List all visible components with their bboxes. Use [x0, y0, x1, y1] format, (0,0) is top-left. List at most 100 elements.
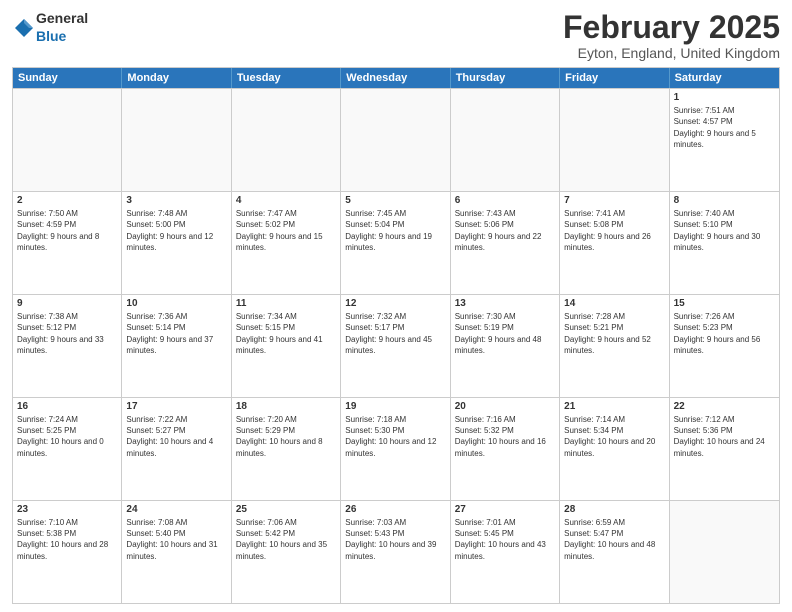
day-number-2-6: 15: [674, 298, 775, 309]
day-number-0-6: 1: [674, 92, 775, 103]
header-saturday: Saturday: [670, 68, 779, 88]
day-info-1-2: Sunrise: 7:47 AMSunset: 5:02 PMDaylight:…: [236, 208, 336, 253]
day-info-2-0: Sunrise: 7:38 AMSunset: 5:12 PMDaylight:…: [17, 311, 117, 356]
day-cell-4-0: 23Sunrise: 7:10 AMSunset: 5:38 PMDayligh…: [13, 501, 122, 603]
day-cell-4-3: 26 Sunrise: 7:03 AMSunset: 5:43 PMDayligh…: [341, 501, 450, 603]
day-number-1-4: 6: [455, 195, 555, 206]
header-friday: Friday: [560, 68, 669, 88]
day-cell-1-1: 3 Sunrise: 7:48 AMSunset: 5:00 PMDaylight…: [122, 192, 231, 294]
day-number-2-4: 13: [455, 298, 555, 309]
location-title: Eyton, England, United Kingdom: [563, 45, 780, 61]
day-cell-0-6: 1 Sunrise: 7:51 AMSunset: 4:57 PMDaylight…: [670, 89, 779, 191]
day-number-4-2: 25: [236, 504, 336, 515]
day-number-1-0: 2: [17, 195, 117, 206]
week-row-0: 1 Sunrise: 7:51 AMSunset: 4:57 PMDaylight…: [13, 88, 779, 191]
week-row-4: 23Sunrise: 7:10 AMSunset: 5:38 PMDayligh…: [13, 500, 779, 603]
day-info-3-2: Sunrise: 7:20 AMSunset: 5:29 PMDaylight:…: [236, 414, 336, 459]
logo: General Blue: [12, 10, 88, 46]
day-info-1-6: Sunrise: 7:40 AMSunset: 5:10 PMDaylight:…: [674, 208, 775, 253]
day-number-2-5: 14: [564, 298, 664, 309]
header-sunday: Sunday: [13, 68, 122, 88]
logo-blue: Blue: [36, 28, 66, 44]
day-cell-4-2: 25 Sunrise: 7:06 AMSunset: 5:42 PMDayligh…: [232, 501, 341, 603]
day-cell-0-4: [451, 89, 560, 191]
day-number-4-1: 24: [126, 504, 226, 515]
header-wednesday: Wednesday: [341, 68, 450, 88]
day-number-3-0: 16: [17, 401, 117, 412]
day-cell-3-5: 21 Sunrise: 7:14 AMSunset: 5:34 PMDayligh…: [560, 398, 669, 500]
day-cell-2-2: 11Sunrise: 7:34 AMSunset: 5:15 PMDayligh…: [232, 295, 341, 397]
day-info-2-2: Sunrise: 7:34 AMSunset: 5:15 PMDaylight:…: [236, 311, 336, 356]
day-cell-2-6: 15 Sunrise: 7:26 AMSunset: 5:23 PMDayligh…: [670, 295, 779, 397]
day-info-1-1: Sunrise: 7:48 AMSunset: 5:00 PMDaylight:…: [126, 208, 226, 253]
day-number-1-6: 8: [674, 195, 775, 206]
day-number-4-3: 26: [345, 504, 445, 515]
day-cell-1-4: 6 Sunrise: 7:43 AMSunset: 5:06 PMDaylight…: [451, 192, 560, 294]
day-info-3-3: Sunrise: 7:18 AMSunset: 5:30 PMDaylight:…: [345, 414, 445, 459]
header-monday: Monday: [122, 68, 231, 88]
calendar-body: 1 Sunrise: 7:51 AMSunset: 4:57 PMDaylight…: [13, 88, 779, 603]
day-number-3-3: 19: [345, 401, 445, 412]
day-number-3-4: 20: [455, 401, 555, 412]
day-number-1-5: 7: [564, 195, 664, 206]
day-number-1-3: 5: [345, 195, 445, 206]
day-cell-3-3: 19 Sunrise: 7:18 AMSunset: 5:30 PMDayligh…: [341, 398, 450, 500]
day-info-4-2: Sunrise: 7:06 AMSunset: 5:42 PMDaylight:…: [236, 517, 336, 562]
day-info-1-4: Sunrise: 7:43 AMSunset: 5:06 PMDaylight:…: [455, 208, 555, 253]
day-info-1-5: Sunrise: 7:41 AMSunset: 5:08 PMDaylight:…: [564, 208, 664, 253]
day-number-2-0: 9: [17, 298, 117, 309]
day-number-4-4: 27: [455, 504, 555, 515]
day-number-4-0: 23: [17, 504, 117, 515]
header-row: General Blue February 2025 Eyton, Englan…: [12, 10, 780, 61]
page: General Blue February 2025 Eyton, Englan…: [0, 0, 792, 612]
day-info-3-5: Sunrise: 7:14 AMSunset: 5:34 PMDaylight:…: [564, 414, 664, 459]
day-cell-0-0: [13, 89, 122, 191]
week-row-1: 2Sunrise: 7:50 AMSunset: 4:59 PMDaylight…: [13, 191, 779, 294]
calendar: Sunday Monday Tuesday Wednesday Thursday…: [12, 67, 780, 604]
day-cell-2-1: 10Sunrise: 7:36 AMSunset: 5:14 PMDayligh…: [122, 295, 231, 397]
day-number-3-6: 22: [674, 401, 775, 412]
day-number-3-1: 17: [126, 401, 226, 412]
day-cell-0-5: [560, 89, 669, 191]
header-tuesday: Tuesday: [232, 68, 341, 88]
day-cell-4-1: 24 Sunrise: 7:08 AMSunset: 5:40 PMDayligh…: [122, 501, 231, 603]
logo-icon: [14, 18, 34, 38]
day-info-4-4: Sunrise: 7:01 AMSunset: 5:45 PMDaylight:…: [455, 517, 555, 562]
day-info-4-1: Sunrise: 7:08 AMSunset: 5:40 PMDaylight:…: [126, 517, 226, 562]
day-cell-4-5: 28 Sunrise: 6:59 AMSunset: 5:47 PMDayligh…: [560, 501, 669, 603]
day-info-4-5: Sunrise: 6:59 AMSunset: 5:47 PMDaylight:…: [564, 517, 664, 562]
day-cell-3-2: 18 Sunrise: 7:20 AMSunset: 5:29 PMDayligh…: [232, 398, 341, 500]
day-cell-2-0: 9 Sunrise: 7:38 AMSunset: 5:12 PMDaylight…: [13, 295, 122, 397]
day-cell-2-5: 14 Sunrise: 7:28 AMSunset: 5:21 PMDayligh…: [560, 295, 669, 397]
week-row-2: 9 Sunrise: 7:38 AMSunset: 5:12 PMDaylight…: [13, 294, 779, 397]
day-cell-2-3: 12Sunrise: 7:32 AMSunset: 5:17 PMDayligh…: [341, 295, 450, 397]
day-cell-3-1: 17Sunrise: 7:22 AMSunset: 5:27 PMDayligh…: [122, 398, 231, 500]
month-title: February 2025: [563, 10, 780, 45]
day-info-3-6: Sunrise: 7:12 AMSunset: 5:36 PMDaylight:…: [674, 414, 775, 459]
day-info-2-3: Sunrise: 7:32 AMSunset: 5:17 PMDaylight:…: [345, 311, 445, 356]
day-cell-1-6: 8 Sunrise: 7:40 AMSunset: 5:10 PMDaylight…: [670, 192, 779, 294]
day-cell-3-4: 20 Sunrise: 7:16 AMSunset: 5:32 PMDayligh…: [451, 398, 560, 500]
title-block: February 2025 Eyton, England, United Kin…: [563, 10, 780, 61]
day-info-1-3: Sunrise: 7:45 AMSunset: 5:04 PMDaylight:…: [345, 208, 445, 253]
day-number-1-1: 3: [126, 195, 226, 206]
logo-general: General: [36, 10, 88, 26]
day-info-3-4: Sunrise: 7:16 AMSunset: 5:32 PMDaylight:…: [455, 414, 555, 459]
day-cell-1-0: 2Sunrise: 7:50 AMSunset: 4:59 PMDaylight…: [13, 192, 122, 294]
day-cell-0-1: [122, 89, 231, 191]
day-info-0-6: Sunrise: 7:51 AMSunset: 4:57 PMDaylight:…: [674, 105, 775, 150]
day-number-3-5: 21: [564, 401, 664, 412]
day-cell-0-3: [341, 89, 450, 191]
day-info-4-3: Sunrise: 7:03 AMSunset: 5:43 PMDaylight:…: [345, 517, 445, 562]
day-cell-2-4: 13 Sunrise: 7:30 AMSunset: 5:19 PMDayligh…: [451, 295, 560, 397]
day-cell-1-3: 5 Sunrise: 7:45 AMSunset: 5:04 PMDaylight…: [341, 192, 450, 294]
day-info-2-5: Sunrise: 7:28 AMSunset: 5:21 PMDaylight:…: [564, 311, 664, 356]
day-number-3-2: 18: [236, 401, 336, 412]
day-cell-1-2: 4 Sunrise: 7:47 AMSunset: 5:02 PMDaylight…: [232, 192, 341, 294]
day-number-4-5: 28: [564, 504, 664, 515]
day-number-1-2: 4: [236, 195, 336, 206]
day-cell-3-0: 16Sunrise: 7:24 AMSunset: 5:25 PMDayligh…: [13, 398, 122, 500]
day-cell-0-2: [232, 89, 341, 191]
day-info-2-6: Sunrise: 7:26 AMSunset: 5:23 PMDaylight:…: [674, 311, 775, 356]
day-info-2-4: Sunrise: 7:30 AMSunset: 5:19 PMDaylight:…: [455, 311, 555, 356]
